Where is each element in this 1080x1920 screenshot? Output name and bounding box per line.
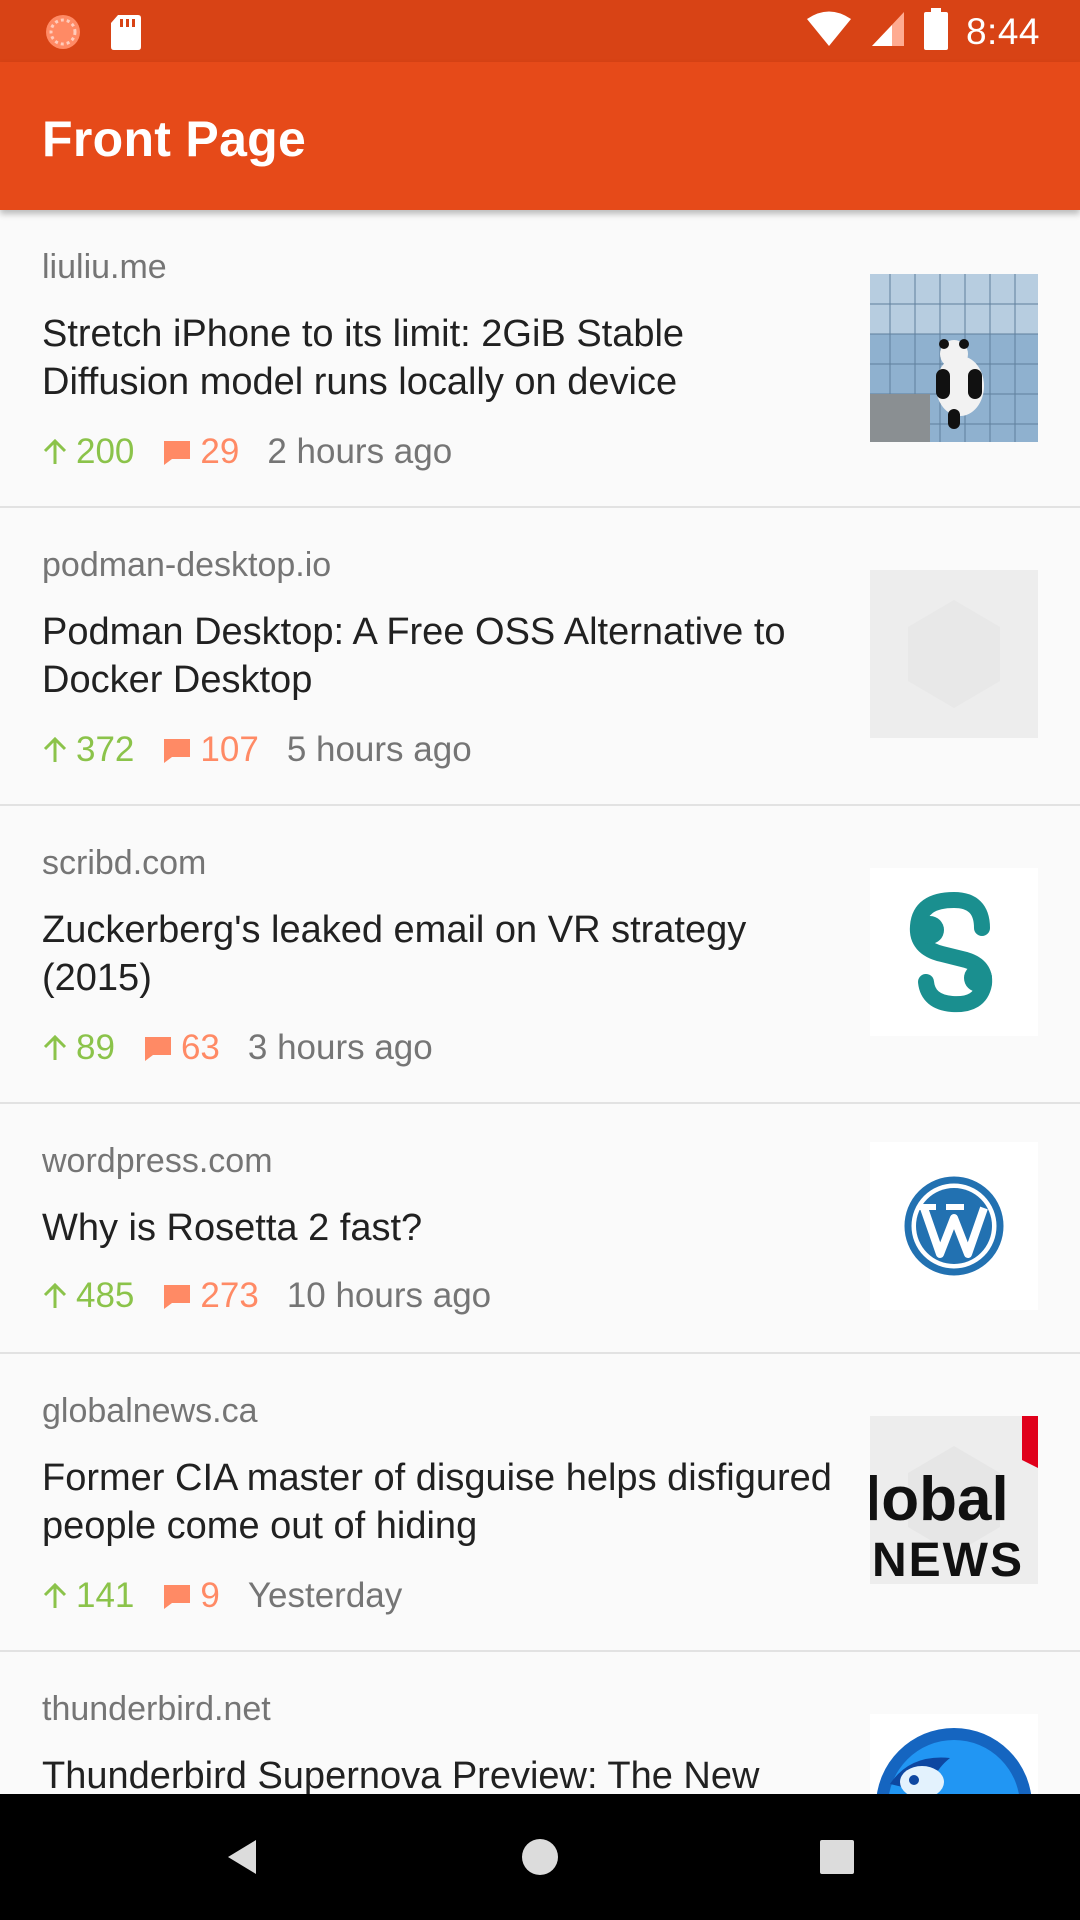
story-meta: 89 63 3 hours ago bbox=[42, 1028, 433, 1068]
story-comments[interactable]: 107 bbox=[162, 730, 259, 770]
story-item[interactable]: liuliu.me Stretch iPhone to its limit: 2… bbox=[0, 210, 1080, 508]
upvote-arrow-icon bbox=[43, 438, 67, 464]
back-button[interactable] bbox=[216, 1832, 266, 1882]
points-count: 200 bbox=[76, 432, 135, 471]
story-points: 485 bbox=[42, 1276, 134, 1316]
recents-button[interactable] bbox=[812, 1832, 862, 1882]
back-triangle-icon bbox=[228, 1840, 256, 1874]
story-age: 3 hours ago bbox=[247, 1028, 433, 1067]
story-comments[interactable]: 9 bbox=[162, 1576, 220, 1616]
comment-icon bbox=[164, 441, 191, 465]
points-count: 372 bbox=[76, 730, 135, 769]
status-bar: 8:44 bbox=[0, 0, 1080, 62]
svg-text:NEWS: NEWS bbox=[872, 1534, 1024, 1584]
home-button[interactable] bbox=[515, 1832, 565, 1882]
story-points: 372 bbox=[42, 730, 134, 770]
comments-count: 63 bbox=[180, 1028, 220, 1067]
story-title[interactable]: Former CIA master of disguise helps disf… bbox=[42, 1454, 832, 1550]
notification-circle-icon bbox=[44, 13, 82, 56]
story-domain: wordpress.com bbox=[42, 1142, 273, 1180]
story-points: 89 bbox=[42, 1028, 115, 1068]
story-meta: 200 29 2 hours ago bbox=[42, 432, 452, 472]
story-title[interactable]: Why is Rosetta 2 fast? bbox=[42, 1204, 832, 1252]
story-thumbnail-thunderbird-logo[interactable] bbox=[870, 1714, 1038, 1794]
story-thumbnail-scribd-logo[interactable] bbox=[870, 868, 1038, 1036]
battery-icon bbox=[923, 8, 948, 55]
story-meta: 485 273 10 hours ago bbox=[42, 1276, 491, 1316]
story-comments[interactable]: 29 bbox=[162, 432, 239, 472]
page-title: Front Page bbox=[42, 111, 307, 167]
points-count: 89 bbox=[76, 1028, 115, 1067]
sd-card-icon bbox=[110, 13, 142, 56]
comments-count: 107 bbox=[200, 730, 259, 769]
story-item[interactable]: scribd.com Zuckerberg's leaked email on … bbox=[0, 806, 1080, 1104]
story-thumbnail-wordpress-logo[interactable] bbox=[870, 1142, 1038, 1310]
upvote-arrow-icon bbox=[43, 1034, 67, 1060]
story-item[interactable]: globalnews.ca Former CIA master of disgu… bbox=[0, 1354, 1080, 1652]
story-domain: liuliu.me bbox=[42, 248, 167, 286]
story-points: 141 bbox=[42, 1576, 134, 1616]
svg-text:lobal: lobal bbox=[870, 1465, 1009, 1534]
recents-square-icon bbox=[820, 1840, 854, 1874]
comment-icon bbox=[144, 1037, 171, 1061]
story-domain: podman-desktop.io bbox=[42, 546, 332, 584]
comments-count: 9 bbox=[200, 1576, 220, 1615]
story-thumbnail-global-news-logo[interactable]: lobal NEWS bbox=[870, 1416, 1038, 1584]
upvote-arrow-icon bbox=[43, 736, 67, 762]
story-meta: 141 9 Yesterday bbox=[42, 1576, 402, 1616]
story-item[interactable]: podman-desktop.io Podman Desktop: A Free… bbox=[0, 508, 1080, 806]
story-list[interactable]: liuliu.me Stretch iPhone to its limit: 2… bbox=[0, 210, 1080, 1794]
story-title[interactable]: Zuckerberg's leaked email on VR strategy… bbox=[42, 906, 832, 1002]
story-domain: scribd.com bbox=[42, 844, 207, 882]
comment-icon bbox=[164, 1285, 191, 1309]
clock: 8:44 bbox=[965, 10, 1040, 52]
story-domain: globalnews.ca bbox=[42, 1392, 258, 1430]
points-count: 485 bbox=[76, 1276, 135, 1315]
story-comments[interactable]: 273 bbox=[162, 1276, 259, 1316]
comments-count: 29 bbox=[200, 432, 240, 471]
story-title[interactable]: Stretch iPhone to its limit: 2GiB Stable… bbox=[42, 310, 832, 406]
signal-icon bbox=[870, 10, 906, 53]
story-thumbnail-placeholder[interactable] bbox=[870, 570, 1038, 738]
wifi-icon bbox=[806, 10, 852, 53]
story-age: 5 hours ago bbox=[286, 730, 472, 769]
story-points: 200 bbox=[42, 432, 134, 472]
points-count: 141 bbox=[76, 1576, 135, 1615]
story-item[interactable]: thunderbird.net Thunderbird Supernova Pr… bbox=[0, 1652, 1080, 1794]
upvote-arrow-icon bbox=[43, 1582, 67, 1608]
story-age: 10 hours ago bbox=[286, 1276, 492, 1315]
story-thumbnail-panda-building[interactable] bbox=[870, 274, 1038, 442]
comment-icon bbox=[164, 1585, 191, 1609]
app-bar: Front Page bbox=[0, 62, 1080, 210]
story-comments[interactable]: 63 bbox=[143, 1028, 220, 1068]
upvote-arrow-icon bbox=[43, 1282, 67, 1308]
comment-icon bbox=[164, 739, 191, 763]
story-title[interactable]: Thunderbird Supernova Preview: The New bbox=[42, 1752, 832, 1794]
story-age: Yesterday bbox=[247, 1576, 403, 1615]
comments-count: 273 bbox=[200, 1276, 259, 1315]
story-item[interactable]: wordpress.com Why is Rosetta 2 fast? 485… bbox=[0, 1104, 1080, 1354]
story-age: 2 hours ago bbox=[267, 432, 453, 471]
story-title[interactable]: Podman Desktop: A Free OSS Alternative t… bbox=[42, 608, 832, 704]
navigation-bar bbox=[0, 1794, 1080, 1920]
story-meta: 372 107 5 hours ago bbox=[42, 730, 472, 770]
home-circle-icon bbox=[522, 1839, 558, 1875]
story-domain: thunderbird.net bbox=[42, 1690, 271, 1728]
